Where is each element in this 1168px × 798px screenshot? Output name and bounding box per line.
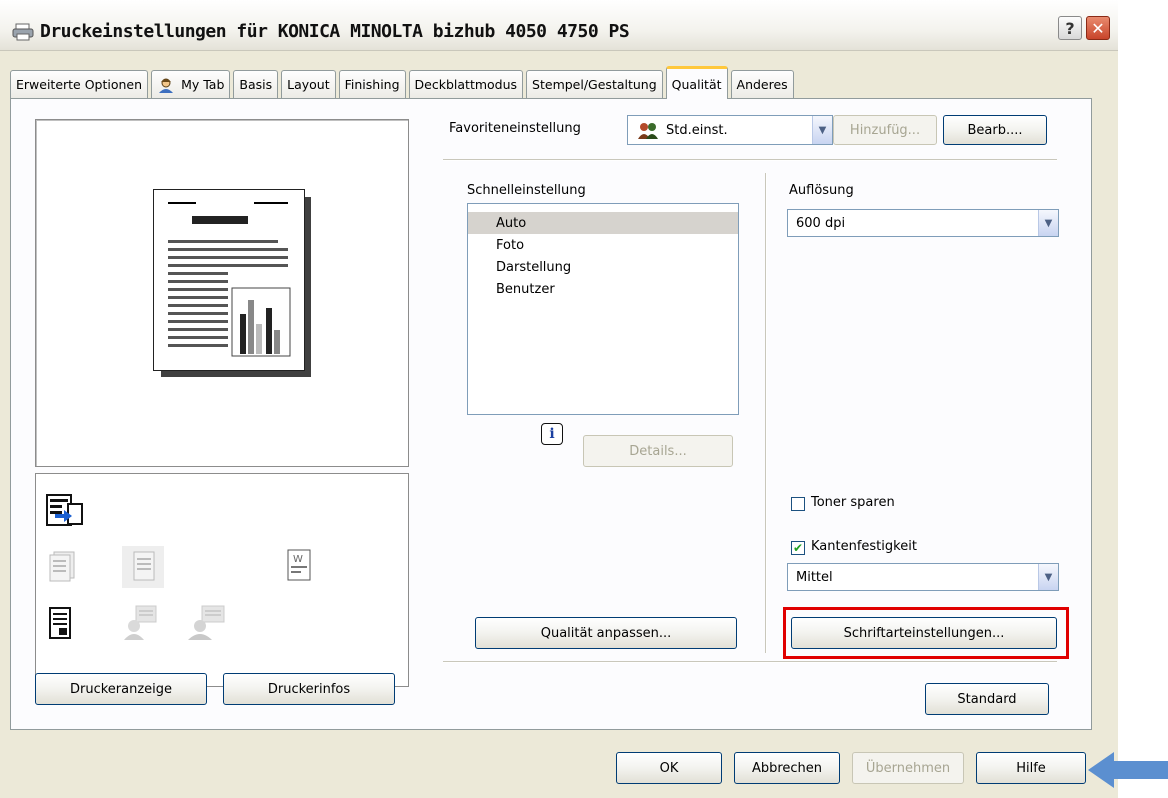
tab-anderes[interactable]: Anderes bbox=[730, 70, 794, 98]
close-button[interactable]: ✕ bbox=[1086, 16, 1110, 40]
favorites-label: Favoriteneinstellung bbox=[449, 121, 581, 136]
printer-status-icon bbox=[46, 494, 83, 526]
favorites-select[interactable]: Std.einst. ▼ bbox=[627, 115, 833, 145]
tab-finishing[interactable]: Finishing bbox=[338, 70, 406, 98]
user-icon bbox=[159, 78, 174, 93]
pointer-arrow-icon bbox=[1088, 752, 1168, 788]
document-quality-icon bbox=[49, 607, 71, 639]
ok-button[interactable]: OK bbox=[616, 752, 722, 784]
chevron-down-icon[interactable]: ▼ bbox=[1038, 210, 1058, 236]
collate-icon bbox=[49, 551, 75, 582]
favorites-value: Std.einst. bbox=[666, 122, 728, 138]
tab-layout[interactable]: Layout bbox=[281, 70, 336, 98]
chevron-down-icon[interactable]: ▼ bbox=[812, 116, 832, 144]
tab-erweiterte-optionen[interactable]: Erweiterte Optionen bbox=[10, 70, 149, 98]
chevron-down-icon[interactable]: ▼ bbox=[1038, 564, 1058, 590]
tab-label: Deckblattmodus bbox=[414, 77, 518, 92]
tab-deckblattmodus[interactable]: Deckblattmodus bbox=[408, 70, 524, 98]
tab-my-tab[interactable]: My Tab bbox=[151, 70, 231, 98]
tab-panel-qualitaet: W Druckeranzeige Druckerinfos Favoritene… bbox=[10, 98, 1092, 730]
window-title: Druckeinstellungen für KONICA MINOLTA bi… bbox=[40, 21, 630, 42]
tab-strip: Erweiterte Optionen My Tab Basis Layout … bbox=[10, 66, 797, 99]
divider bbox=[443, 661, 1057, 663]
edge-enhancement-label: Kantenfestigkeit bbox=[811, 539, 917, 554]
resolution-label: Auflösung bbox=[789, 183, 854, 198]
resolution-select[interactable]: 600 dpi ▼ bbox=[787, 209, 1059, 237]
edge-enhancement-checkbox[interactable]: ✔ bbox=[791, 541, 805, 555]
user-box-icon bbox=[124, 605, 157, 640]
resolution-value: 600 dpi bbox=[796, 215, 846, 231]
favorites-people-icon bbox=[638, 123, 658, 139]
printing-preferences-dialog: Druckeinstellungen für KONICA MINOLTA bi… bbox=[0, 0, 1118, 798]
list-item-auto[interactable]: Auto bbox=[468, 212, 738, 234]
list-item-benutzer[interactable]: Benutzer bbox=[468, 278, 738, 300]
printer-view-button[interactable]: Druckeranzeige bbox=[35, 673, 207, 705]
tab-basis[interactable]: Basis bbox=[233, 70, 279, 98]
highlight-frame bbox=[783, 607, 1069, 659]
quick-settings-list[interactable]: Auto Foto Darstellung Benutzer bbox=[467, 203, 739, 415]
tab-stempel-gestaltung[interactable]: Stempel/Gestaltung bbox=[526, 70, 663, 98]
svg-text:W: W bbox=[293, 554, 303, 565]
list-item-darstellung[interactable]: Darstellung bbox=[468, 256, 738, 278]
tab-label: My Tab bbox=[181, 77, 225, 92]
apply-button[interactable]: Übernehmen bbox=[852, 752, 964, 784]
divider bbox=[443, 159, 1057, 161]
standard-button[interactable]: Standard bbox=[925, 683, 1049, 715]
toner-save-checkbox[interactable] bbox=[791, 497, 805, 511]
quick-settings-label: Schnelleinstellung bbox=[467, 183, 586, 198]
help-button[interactable]: Hilfe bbox=[976, 752, 1086, 784]
add-favorite-button[interactable]: Hinzufüg... bbox=[833, 115, 937, 145]
printer-function-icons: W bbox=[35, 473, 409, 687]
details-button[interactable]: Details... bbox=[583, 435, 733, 467]
vertical-divider bbox=[765, 173, 767, 653]
tab-label: Anderes bbox=[736, 77, 788, 92]
tab-label: Erweiterte Optionen bbox=[16, 77, 143, 92]
printer-info-button[interactable]: Druckerinfos bbox=[223, 673, 395, 705]
edit-favorite-button[interactable]: Bearb.... bbox=[943, 115, 1047, 145]
admin-user-icon bbox=[188, 605, 225, 640]
tab-qualitaet[interactable]: Qualität bbox=[665, 66, 728, 99]
tab-label: Finishing bbox=[344, 77, 400, 92]
cancel-button[interactable]: Abbrechen bbox=[734, 752, 840, 784]
edge-enhancement-value: Mittel bbox=[796, 569, 833, 585]
printer-icon bbox=[12, 23, 34, 41]
help-question-button[interactable]: ? bbox=[1058, 16, 1082, 40]
title-bar[interactable]: Druckeinstellungen für KONICA MINOLTA bi… bbox=[0, 0, 1118, 51]
tab-label: Layout bbox=[287, 77, 330, 92]
info-icon: i bbox=[541, 423, 563, 445]
list-item-foto[interactable]: Foto bbox=[468, 234, 738, 256]
tab-label: Qualität bbox=[671, 76, 722, 92]
single-page-icon bbox=[133, 551, 155, 581]
document-preview-icon bbox=[153, 189, 305, 371]
tab-label: Stempel/Gestaltung bbox=[532, 77, 657, 92]
toner-save-label: Toner sparen bbox=[811, 495, 895, 510]
tab-label: Basis bbox=[239, 77, 273, 92]
adjust-quality-button[interactable]: Qualität anpassen... bbox=[475, 617, 737, 649]
edge-enhancement-select[interactable]: Mittel ▼ bbox=[787, 563, 1059, 591]
watermark-page-icon: W bbox=[287, 549, 311, 581]
